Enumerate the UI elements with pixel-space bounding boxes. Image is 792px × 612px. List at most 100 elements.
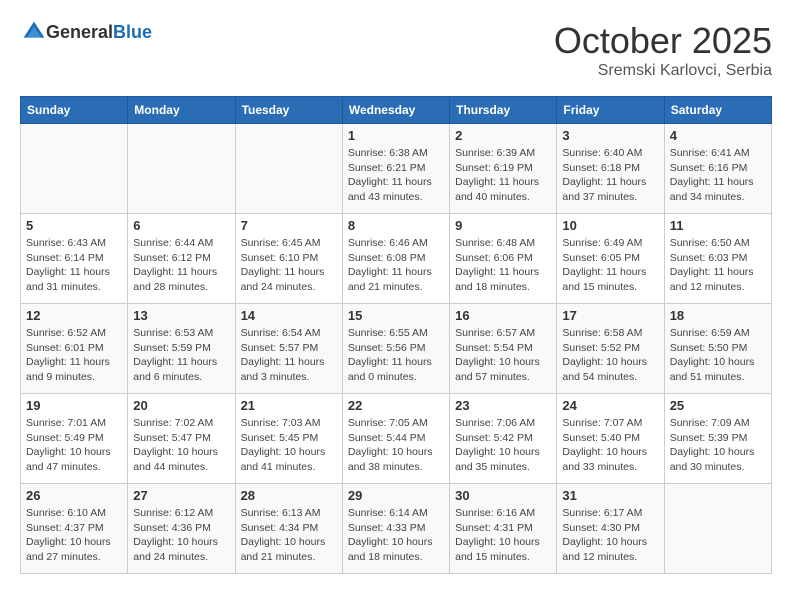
day-info: Sunrise: 6:59 AM Sunset: 5:50 PM Dayligh… [670,326,766,385]
day-number: 5 [26,218,122,233]
calendar-cell: 28Sunrise: 6:13 AM Sunset: 4:34 PM Dayli… [235,484,342,574]
day-number: 9 [455,218,551,233]
day-number: 1 [348,128,444,143]
day-number: 8 [348,218,444,233]
day-number: 30 [455,488,551,503]
calendar-cell: 15 Sunrise: 6:55 AM Sunset: 5:56 PM Dayli… [342,304,449,394]
day-number: 19 [26,398,122,413]
day-number: 21 [241,398,337,413]
logo-text-blue: Blue [113,22,152,42]
day-number: 13 [133,308,229,323]
calendar-cell [21,124,128,214]
calendar-cell: 2 Sunrise: 6:39 AM Sunset: 6:19 PM Daylig… [450,124,557,214]
day-info: Sunrise: 6:40 AM Sunset: 6:18 PM Dayligh… [562,146,658,205]
day-info: Sunrise: 7:03 AM Sunset: 5:45 PM Dayligh… [241,416,337,475]
calendar-cell: 21 Sunrise: 7:03 AM Sunset: 5:45 PM Dayli… [235,394,342,484]
calendar-cell: 24 Sunrise: 7:07 AM Sunset: 5:40 PM Dayli… [557,394,664,484]
day-info: Sunrise: 6:39 AM Sunset: 6:19 PM Dayligh… [455,146,551,205]
day-info: Sunrise: 6:14 AM Sunset: 4:33 PM Dayligh… [348,506,444,565]
calendar-cell: 23 Sunrise: 7:06 AM Sunset: 5:42 PM Dayli… [450,394,557,484]
day-number: 17 [562,308,658,323]
day-number: 16 [455,308,551,323]
day-info: Sunrise: 6:10 AM Sunset: 4:37 PM Dayligh… [26,506,122,565]
day-info: Sunrise: 7:06 AM Sunset: 5:42 PM Dayligh… [455,416,551,475]
location-subtitle: Sremski Karlovci, Serbia [554,62,772,80]
logo-text-general: General [46,22,113,42]
calendar-cell: 29Sunrise: 6:14 AM Sunset: 4:33 PM Dayli… [342,484,449,574]
day-number: 24 [562,398,658,413]
day-number: 4 [670,128,766,143]
day-number: 28 [241,488,337,503]
day-info: Sunrise: 6:53 AM Sunset: 5:59 PM Dayligh… [133,326,229,385]
weekday-header-tuesday: Tuesday [235,97,342,124]
weekday-header-saturday: Saturday [664,97,771,124]
title-block: October 2025 Sremski Karlovci, Serbia [554,20,772,80]
calendar-cell: 25 Sunrise: 7:09 AM Sunset: 5:39 PM Dayli… [664,394,771,484]
day-number: 3 [562,128,658,143]
calendar-cell: 5 Sunrise: 6:43 AM Sunset: 6:14 PM Daylig… [21,214,128,304]
calendar-header-row: SundayMondayTuesdayWednesdayThursdayFrid… [21,97,772,124]
weekday-header-thursday: Thursday [450,97,557,124]
calendar-cell: 4 Sunrise: 6:41 AM Sunset: 6:16 PM Daylig… [664,124,771,214]
calendar-cell: 9 Sunrise: 6:48 AM Sunset: 6:06 PM Daylig… [450,214,557,304]
day-info: Sunrise: 6:43 AM Sunset: 6:14 PM Dayligh… [26,236,122,295]
calendar-week-row: 19Sunrise: 7:01 AM Sunset: 5:49 PM Dayli… [21,394,772,484]
day-number: 15 [348,308,444,323]
calendar-cell: 17Sunrise: 6:58 AM Sunset: 5:52 PM Dayli… [557,304,664,394]
page-header: GeneralBlue October 2025 Sremski Karlovc… [20,20,772,80]
day-info: Sunrise: 6:46 AM Sunset: 6:08 PM Dayligh… [348,236,444,295]
day-info: Sunrise: 6:17 AM Sunset: 4:30 PM Dayligh… [562,506,658,565]
calendar-cell [128,124,235,214]
calendar-cell: 13 Sunrise: 6:53 AM Sunset: 5:59 PM Dayli… [128,304,235,394]
day-info: Sunrise: 6:41 AM Sunset: 6:16 PM Dayligh… [670,146,766,205]
calendar-cell [664,484,771,574]
day-number: 6 [133,218,229,233]
day-number: 27 [133,488,229,503]
day-info: Sunrise: 6:50 AM Sunset: 6:03 PM Dayligh… [670,236,766,295]
calendar-cell: 11 Sunrise: 6:50 AM Sunset: 6:03 PM Dayli… [664,214,771,304]
day-info: Sunrise: 6:57 AM Sunset: 5:54 PM Dayligh… [455,326,551,385]
day-info: Sunrise: 6:38 AM Sunset: 6:21 PM Dayligh… [348,146,444,205]
calendar-cell [235,124,342,214]
day-info: Sunrise: 7:07 AM Sunset: 5:40 PM Dayligh… [562,416,658,475]
day-number: 25 [670,398,766,413]
calendar-cell: 30 Sunrise: 6:16 AM Sunset: 4:31 PM Dayli… [450,484,557,574]
day-number: 18 [670,308,766,323]
calendar-cell: 22Sunrise: 7:05 AM Sunset: 5:44 PM Dayli… [342,394,449,484]
day-number: 23 [455,398,551,413]
day-number: 20 [133,398,229,413]
day-info: Sunrise: 6:48 AM Sunset: 6:06 PM Dayligh… [455,236,551,295]
calendar-week-row: 12Sunrise: 6:52 AM Sunset: 6:01 PM Dayli… [21,304,772,394]
weekday-header-friday: Friday [557,97,664,124]
calendar-cell: 27 Sunrise: 6:12 AM Sunset: 4:36 PM Dayli… [128,484,235,574]
day-number: 26 [26,488,122,503]
calendar-week-row: 1 Sunrise: 6:38 AM Sunset: 6:21 PM Daylig… [21,124,772,214]
day-info: Sunrise: 6:49 AM Sunset: 6:05 PM Dayligh… [562,236,658,295]
day-number: 2 [455,128,551,143]
day-info: Sunrise: 6:55 AM Sunset: 5:56 PM Dayligh… [348,326,444,385]
calendar-cell: 16 Sunrise: 6:57 AM Sunset: 5:54 PM Dayli… [450,304,557,394]
calendar-cell: 12Sunrise: 6:52 AM Sunset: 6:01 PM Dayli… [21,304,128,394]
weekday-header-wednesday: Wednesday [342,97,449,124]
day-number: 10 [562,218,658,233]
day-info: Sunrise: 7:02 AM Sunset: 5:47 PM Dayligh… [133,416,229,475]
day-info: Sunrise: 6:54 AM Sunset: 5:57 PM Dayligh… [241,326,337,385]
calendar-cell: 19Sunrise: 7:01 AM Sunset: 5:49 PM Dayli… [21,394,128,484]
calendar-cell: 14 Sunrise: 6:54 AM Sunset: 5:57 PM Dayli… [235,304,342,394]
month-title: October 2025 [554,20,772,62]
calendar-cell: 3 Sunrise: 6:40 AM Sunset: 6:18 PM Daylig… [557,124,664,214]
calendar-week-row: 5 Sunrise: 6:43 AM Sunset: 6:14 PM Daylig… [21,214,772,304]
calendar-cell: 10 Sunrise: 6:49 AM Sunset: 6:05 PM Dayli… [557,214,664,304]
calendar-cell: 31 Sunrise: 6:17 AM Sunset: 4:30 PM Dayli… [557,484,664,574]
day-info: Sunrise: 7:09 AM Sunset: 5:39 PM Dayligh… [670,416,766,475]
weekday-header-sunday: Sunday [21,97,128,124]
day-number: 31 [562,488,658,503]
day-info: Sunrise: 6:16 AM Sunset: 4:31 PM Dayligh… [455,506,551,565]
day-number: 11 [670,218,766,233]
day-info: Sunrise: 6:12 AM Sunset: 4:36 PM Dayligh… [133,506,229,565]
calendar-table: SundayMondayTuesdayWednesdayThursdayFrid… [20,96,772,574]
day-number: 14 [241,308,337,323]
calendar-week-row: 26 Sunrise: 6:10 AM Sunset: 4:37 PM Dayli… [21,484,772,574]
day-info: Sunrise: 6:44 AM Sunset: 6:12 PM Dayligh… [133,236,229,295]
calendar-cell: 20 Sunrise: 7:02 AM Sunset: 5:47 PM Dayli… [128,394,235,484]
